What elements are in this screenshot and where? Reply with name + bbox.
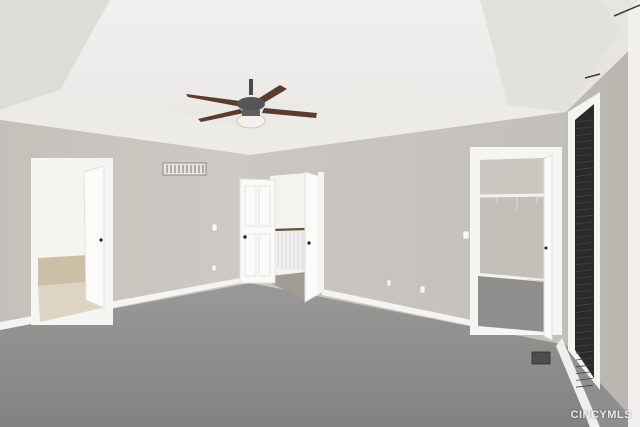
- window-blinds: [575, 104, 594, 378]
- center-door-right-handle: [307, 241, 311, 245]
- bathroom-tub: [38, 255, 88, 286]
- fan-light-dome: [236, 113, 266, 129]
- closet-door-handle: [544, 246, 548, 250]
- right-window-edge: [628, 0, 640, 427]
- bathroom-door: [83, 165, 105, 309]
- fan-downrod: [249, 79, 253, 95]
- outlet-back-right: [419, 285, 426, 294]
- fan-motor: [237, 97, 265, 111]
- listing-watermark: CINCYMLS: [570, 409, 632, 421]
- bathroom-door-handle: [99, 238, 103, 242]
- closet-interior-upper: [480, 158, 548, 196]
- light-switch-right: [462, 230, 470, 240]
- fan-light-fitter: [242, 110, 260, 116]
- wall-vent: [162, 162, 207, 176]
- hallway-railing-balusters: [275, 230, 301, 270]
- floor-vent: [531, 351, 551, 365]
- bedroom-photo: [0, 0, 640, 427]
- closet-shelf: [479, 193, 549, 198]
- outlet-back-left: [386, 279, 392, 287]
- outlet-left: [211, 264, 217, 272]
- closet-floor: [478, 276, 546, 332]
- center-door-jamb: [318, 172, 324, 292]
- light-switch-left: [211, 223, 218, 232]
- center-door-left-handle: [243, 235, 247, 239]
- hallway-railing-top: [271, 227, 306, 232]
